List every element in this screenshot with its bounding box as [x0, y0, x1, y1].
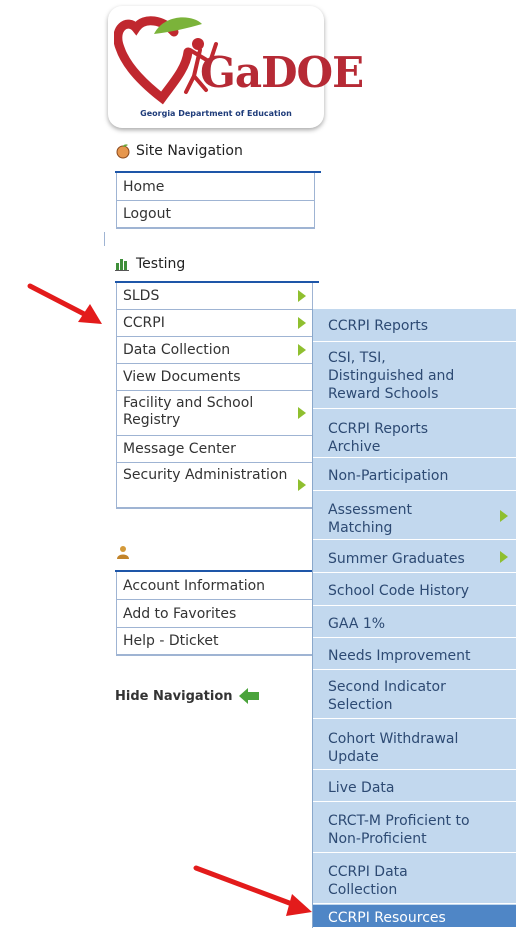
submenu-item-school-code-history[interactable]: School Code History [313, 574, 516, 606]
submenu-item-label: CCRPI Data Collection [328, 864, 408, 898]
account-item-help-dticket[interactable]: Help - Dticket [117, 628, 312, 655]
submenu-item-label: CSI, TSI, Distinguished and Reward Schoo… [328, 350, 455, 402]
testing-item-label: CCRPI [123, 315, 165, 331]
divider [104, 232, 105, 246]
testing-item-facility-registry[interactable]: Facility and School Registry [117, 391, 312, 436]
nav-item-logout[interactable]: Logout [117, 201, 314, 228]
submenu-item-label: Assessment Matching [328, 502, 412, 536]
submenu-arrow-icon [298, 407, 306, 419]
account-item-favorites[interactable]: Add to Favorites [117, 600, 312, 628]
submenu-item-ccrpi-resources[interactable]: CCRPI Resources [313, 905, 516, 928]
annotation-arrow-icon [193, 865, 312, 916]
submenu-item-label: CCRPI Reports [328, 318, 429, 334]
collapse-arrow-icon [238, 688, 259, 704]
site-navigation-menu: Home Logout [116, 173, 315, 229]
submenu-item-data-collection[interactable]: CCRPI Data Collection [313, 854, 516, 904]
submenu-arrow-icon [298, 290, 306, 302]
testing-item-label: Message Center [123, 441, 236, 457]
hide-navigation-link[interactable]: Hide Navigation [115, 688, 261, 704]
brand-text: GaDOE [200, 48, 364, 97]
gadoe-logo[interactable]: GaDOE Georgia Department of Education [108, 6, 364, 128]
submenu-item-label: School Code History [328, 583, 470, 599]
submenu-item-label: GAA 1% [328, 616, 386, 632]
submenu-item-assessment-matching[interactable]: Assessment Matching [313, 492, 516, 540]
submenu-item-reports-archive[interactable]: CCRPI Reports Archive [313, 410, 516, 458]
submenu-item-label: Second Indicator Selection [328, 679, 446, 713]
ccrpi-submenu: CCRPI Reports CSI, TSI, Distinguished an… [312, 309, 516, 928]
submenu-item-label: Cohort Withdrawal Update [328, 731, 459, 765]
submenu-item-label: CRCT-M Proficient to Non-Proficient [328, 813, 470, 847]
submenu-item-label: Needs Improvement [328, 648, 471, 664]
submenu-item-crct-m[interactable]: CRCT-M Proficient to Non-Proficient [313, 803, 516, 853]
peach-icon [116, 144, 130, 159]
submenu-arrow-icon [500, 550, 508, 563]
submenu-item-csi-tsi[interactable]: CSI, TSI, Distinguished and Reward Schoo… [313, 343, 516, 409]
submenu-arrow-icon [298, 344, 306, 356]
submenu-item-label: Live Data [328, 780, 395, 796]
site-navigation-heading: Site Navigation [115, 143, 243, 159]
annotation-arrow-icon [27, 283, 102, 324]
submenu-item-non-participation[interactable]: Non-Participation [313, 459, 516, 491]
testing-item-label: Facility and School Registry [123, 395, 254, 428]
testing-item-label: Data Collection [123, 342, 231, 358]
nav-item-label: Home [123, 179, 165, 195]
testing-item-label: Security Administration [123, 467, 288, 483]
testing-heading: Testing [115, 256, 185, 272]
account-item-label: Account Information [123, 578, 266, 594]
nav-item-label: Logout [123, 206, 171, 222]
bar-chart-icon [115, 259, 129, 271]
submenu-item-second-indicator[interactable]: Second Indicator Selection [313, 671, 516, 719]
nav-item-home[interactable]: Home [117, 173, 314, 201]
testing-item-view-documents[interactable]: View Documents [117, 364, 312, 391]
submenu-arrow-icon [298, 479, 306, 491]
submenu-item-label: CCRPI Reports Archive [328, 421, 429, 455]
site-navigation-label: Site Navigation [136, 143, 243, 159]
testing-item-label: SLDS [123, 288, 160, 304]
testing-item-slds[interactable]: SLDS [117, 283, 312, 310]
logo-tagline: Georgia Department of Education [140, 109, 292, 118]
submenu-item-label: CCRPI Resources [328, 910, 446, 926]
account-item-label: Add to Favorites [123, 606, 237, 622]
submenu-arrow-icon [298, 317, 306, 329]
testing-item-ccrpi[interactable]: CCRPI [117, 310, 312, 337]
submenu-arrow-icon [500, 509, 508, 522]
submenu-item-label: Non-Participation [328, 468, 449, 484]
account-item-label: Help - Dticket [123, 633, 219, 649]
testing-item-security-administration[interactable]: Security Administration [117, 463, 312, 508]
user-icon [117, 546, 129, 559]
testing-menu: SLDS CCRPI Data Collection View Document… [116, 283, 313, 509]
account-item-information[interactable]: Account Information [117, 572, 312, 600]
submenu-item-gaa[interactable]: GAA 1% [313, 607, 516, 638]
testing-label: Testing [136, 256, 186, 272]
submenu-item-live-data[interactable]: Live Data [313, 771, 516, 802]
submenu-item-ccrpi-reports[interactable]: CCRPI Reports [313, 309, 516, 342]
testing-item-label: View Documents [123, 369, 241, 385]
testing-item-data-collection[interactable]: Data Collection [117, 337, 312, 364]
hide-navigation-label: Hide Navigation [115, 688, 233, 704]
submenu-item-label: Summer Graduates [328, 551, 465, 567]
submenu-item-summer-graduates[interactable]: Summer Graduates [313, 541, 516, 573]
account-menu: Account Information Add to Favorites Hel… [116, 572, 313, 656]
submenu-item-needs-improvement[interactable]: Needs Improvement [313, 639, 516, 670]
submenu-item-cohort-withdrawal[interactable]: Cohort Withdrawal Update [313, 720, 516, 770]
testing-item-message-center[interactable]: Message Center [117, 436, 312, 463]
